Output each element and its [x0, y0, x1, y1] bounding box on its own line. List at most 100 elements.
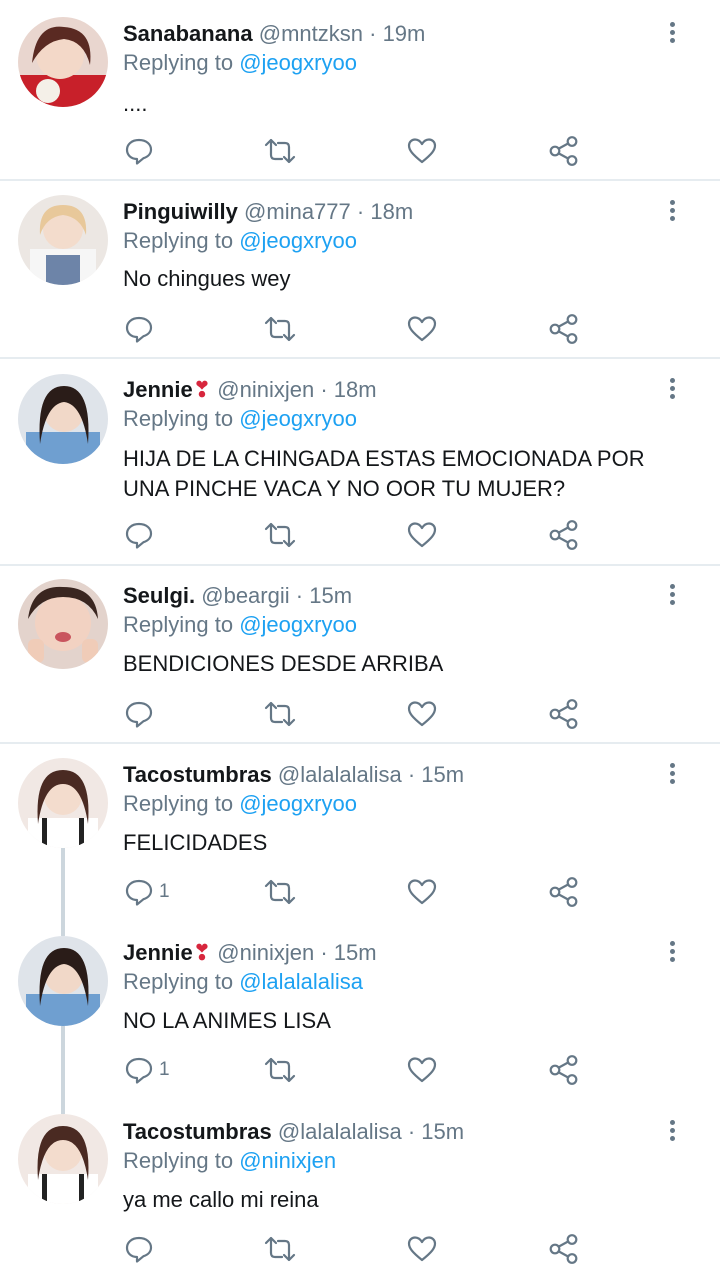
reply-button[interactable] [123, 1232, 159, 1266]
more-icon[interactable] [660, 19, 684, 49]
share-button[interactable] [548, 518, 580, 552]
display-name[interactable]: Tacostumbras [123, 762, 272, 787]
replying-to: Replying to @jeogxryoo [123, 790, 357, 818]
tweet-text-line: No chingues wey [123, 266, 291, 291]
display-name[interactable]: Jennie [123, 940, 193, 965]
timestamp[interactable]: 15m [421, 1119, 464, 1144]
heart-exclamation-emoji: ❣ [192, 940, 212, 965]
tweet[interactable]: Tacostumbras @lalalalalisa · 15m Replyin… [0, 1102, 720, 1274]
more-icon[interactable] [660, 1117, 684, 1147]
user-handle[interactable]: @ninixjen [217, 377, 314, 402]
retweet-button[interactable] [263, 518, 297, 552]
user-handle[interactable]: @ninixjen [217, 940, 314, 965]
share-button[interactable] [548, 134, 580, 168]
like-button[interactable] [406, 1232, 438, 1266]
share-button[interactable] [548, 875, 580, 909]
user-handle[interactable]: @lalalalalisa [278, 1119, 402, 1144]
reply-button[interactable] [123, 697, 159, 731]
share-button[interactable] [548, 312, 580, 346]
retweet-button[interactable] [263, 134, 297, 168]
mention-link[interactable]: @jeogxryoo [239, 50, 357, 75]
tweet[interactable]: Seulgi. @beargii · 15m Replying to @jeog… [0, 566, 720, 742]
avatar[interactable] [18, 1114, 108, 1204]
like-icon [407, 522, 437, 548]
tweet[interactable]: Pinguiwilly @mina777 · 18m Replying to @… [0, 181, 720, 357]
retweet-button[interactable] [263, 697, 297, 731]
mention-link[interactable]: @jeogxryoo [239, 791, 357, 816]
mention-link[interactable]: @jeogxryoo [239, 228, 357, 253]
timestamp[interactable]: 15m [334, 940, 377, 965]
tweet-text-line: .... [123, 91, 148, 116]
tweet[interactable]: Tacostumbras @lalalalalisa · 15m Replyin… [0, 744, 720, 922]
reply-button[interactable] [123, 312, 159, 346]
reply-icon [125, 138, 153, 165]
timestamp[interactable]: 18m [370, 199, 413, 224]
retweet-button[interactable] [263, 1053, 297, 1087]
reply-button[interactable]: 1 [123, 875, 170, 909]
tweet-text-line: ya me callo mi reina [123, 1187, 319, 1212]
like-icon [407, 1057, 437, 1083]
share-button[interactable] [548, 1053, 580, 1087]
display-name[interactable]: Tacostumbras [123, 1119, 272, 1144]
more-icon[interactable] [660, 938, 684, 968]
more-icon[interactable] [660, 581, 684, 611]
like-button[interactable] [406, 518, 438, 552]
user-handle[interactable]: @mina777 [244, 199, 351, 224]
retweet-icon [264, 701, 296, 727]
retweet-icon [264, 522, 296, 548]
mention-link[interactable]: @jeogxryoo [239, 612, 357, 637]
reply-button[interactable] [123, 134, 159, 168]
user-handle[interactable]: @beargii [201, 583, 289, 608]
avatar[interactable] [18, 17, 108, 107]
share-button[interactable] [548, 1232, 580, 1266]
retweet-icon [264, 1236, 296, 1262]
timestamp[interactable]: 18m [334, 377, 377, 402]
user-handle[interactable]: @lalalalalisa [278, 762, 402, 787]
mention-link[interactable]: @jeogxryoo [239, 406, 357, 431]
display-name[interactable]: Seulgi. [123, 583, 195, 608]
like-button[interactable] [406, 312, 438, 346]
user-handle[interactable]: @mntzksn [259, 21, 363, 46]
tweet[interactable]: Jennie❣ @ninixjen · 15m Replying to @lal… [0, 922, 720, 1102]
share-icon [549, 520, 578, 550]
avatar[interactable] [18, 195, 108, 285]
avatar[interactable] [18, 936, 108, 1026]
retweet-button[interactable] [263, 312, 297, 346]
avatar[interactable] [18, 579, 108, 669]
retweet-button[interactable] [263, 875, 297, 909]
tweet[interactable]: Jennie❣ @ninixjen · 18m Replying to @jeo… [0, 359, 720, 564]
reply-button[interactable]: 1 [123, 1053, 170, 1087]
like-icon [407, 138, 437, 164]
display-name[interactable]: Sanabanana [123, 21, 253, 46]
tweet-text: .... [123, 89, 693, 119]
more-icon[interactable] [660, 197, 684, 227]
avatar[interactable] [18, 374, 108, 464]
tweet-header: Tacostumbras @lalalalalisa · 15m [123, 1118, 464, 1146]
reply-icon [125, 879, 153, 906]
share-icon [549, 136, 578, 166]
timestamp[interactable]: 19m [383, 21, 426, 46]
avatar[interactable] [18, 758, 108, 848]
display-name[interactable]: Jennie [123, 377, 193, 402]
mention-link[interactable]: @lalalalalisa [239, 969, 363, 994]
tweet-header: Pinguiwilly @mina777 · 18m [123, 198, 413, 226]
retweet-button[interactable] [263, 1232, 297, 1266]
timestamp[interactable]: 15m [421, 762, 464, 787]
share-button[interactable] [548, 697, 580, 731]
tweet[interactable]: Sanabanana @mntzksn · 19m Replying to @j… [0, 0, 720, 180]
more-icon[interactable] [660, 375, 684, 405]
replying-to: Replying to @ninixjen [123, 1147, 336, 1175]
like-button[interactable] [406, 134, 438, 168]
reply-button[interactable] [123, 518, 159, 552]
mention-link[interactable]: @ninixjen [239, 1148, 336, 1173]
display-name[interactable]: Pinguiwilly [123, 199, 238, 224]
tweet-text: FELICIDADES [123, 828, 693, 858]
like-button[interactable] [406, 697, 438, 731]
replying-to: Replying to @jeogxryoo [123, 49, 357, 77]
like-button[interactable] [406, 1053, 438, 1087]
more-icon[interactable] [660, 760, 684, 790]
replying-to-label: Replying to [123, 612, 234, 637]
like-button[interactable] [406, 875, 438, 909]
tweet-header: Tacostumbras @lalalalalisa · 15m [123, 761, 464, 789]
timestamp[interactable]: 15m [309, 583, 352, 608]
